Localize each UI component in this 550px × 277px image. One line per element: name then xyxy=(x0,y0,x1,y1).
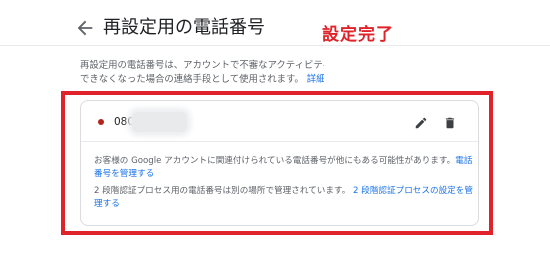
back-button[interactable] xyxy=(74,17,96,39)
arrow-back-icon xyxy=(77,20,93,36)
page-title: 再設定用の電話番号 xyxy=(103,17,265,38)
highlight-frame xyxy=(61,91,493,235)
annotation-label: 設定完了 xyxy=(322,25,394,45)
learn-more-link[interactable]: 詳細 xyxy=(307,74,324,85)
top-divider xyxy=(0,45,550,46)
description: 再設定用の電話番号は、アカウントで不審なアクティビティが できなくなった場合の連… xyxy=(80,59,324,86)
description-line-2: できなくなった場合の連絡手段として使用されます。 詳細 xyxy=(80,73,324,87)
description-line-2-text: できなくなった場合の連絡手段として使用されます。 xyxy=(80,73,304,85)
description-line-1: 再設定用の電話番号は、アカウントで不審なアクティビティが xyxy=(80,60,324,71)
